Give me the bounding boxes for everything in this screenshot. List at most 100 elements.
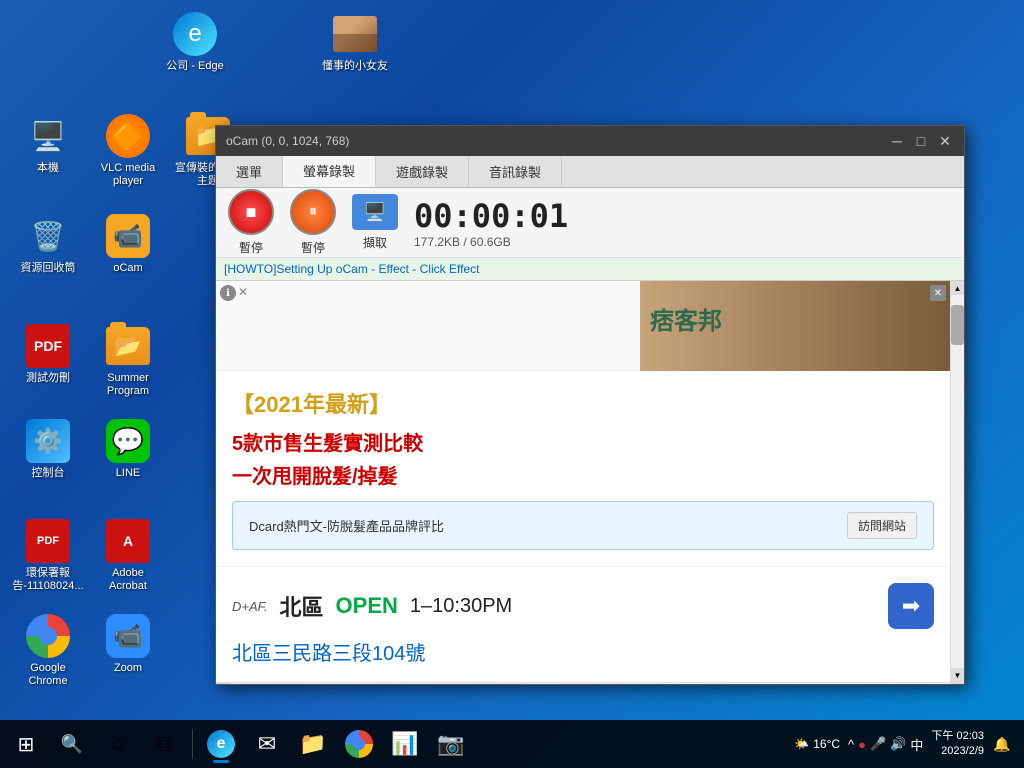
scroll-thumb[interactable] — [951, 305, 964, 345]
line-label: LINE — [116, 467, 140, 480]
desktop-icon-ocam[interactable]: 📹 oCam — [88, 210, 168, 279]
summer-label: Summer Program — [92, 372, 164, 398]
line-app-icon: 💬 — [106, 419, 150, 463]
desktop-icon-edge[interactable]: e 公司 - Edge — [155, 8, 235, 77]
vertical-scrollbar: ▲ ▼ — [950, 281, 964, 682]
test-icon: PDF — [26, 324, 70, 368]
map-hours: 1–10:30PM — [410, 595, 512, 618]
storage-info: 177.2KB / 60.6GB — [414, 235, 568, 249]
pause-button[interactable]: ⏸ 暫停 — [290, 189, 336, 256]
stop-icon: ■ — [228, 189, 274, 235]
desktop-icon-chrome[interactable]: Google Chrome — [8, 610, 88, 692]
taskbar-divider — [192, 729, 193, 759]
maximize-button[interactable]: □ — [912, 132, 930, 150]
systray-mic-icon: 🎤 — [870, 736, 886, 752]
ad-top-close[interactable]: ✕ — [930, 285, 946, 301]
ad-main-content: 【2021年最新】 5款市售生髮實測比較 一次甩開脫髮/掉髮 Dcard熱門文-… — [216, 371, 950, 566]
taskbar-photos[interactable]: 📷 — [429, 722, 473, 766]
ocam-window: oCam (0, 0, 1024, 768) ─ □ ✕ 選單 螢幕錄製 遊戲錄… — [215, 125, 965, 685]
tab-game-record[interactable]: 遊戲錄製 — [376, 156, 469, 187]
start-button[interactable]: ⊞ — [4, 722, 48, 766]
ad-sub-text: 5款市售生髮實測比較 — [232, 427, 934, 456]
taskbar-clock[interactable]: 下午 02:03 2023/2/9 — [931, 729, 984, 760]
map-address: 北區三民路三段104號 — [232, 637, 934, 666]
clock-date: 2023/2/9 — [931, 744, 984, 759]
brand-text: 痞客邦 — [650, 301, 722, 336]
taskbar-cortana[interactable]: ○ — [96, 722, 140, 766]
desktop-icon-computer[interactable]: 🖥️ 本機 — [8, 110, 88, 179]
scroll-down-button[interactable]: ▼ — [951, 668, 965, 682]
notification-button[interactable]: 🔔 — [992, 734, 1012, 754]
desktop-icon-line[interactable]: 💬 LINE — [88, 415, 168, 484]
ad-sub2: 一次甩開脫髮/掉髮 — [232, 460, 934, 489]
capture-button[interactable]: 🖥️ 擷取 — [352, 194, 398, 251]
horizontal-scrollbar: ◄ ► — [216, 682, 964, 684]
map-section: D+AF. 北區 OPEN 1–10:30PM ➡ 北區三民路三段104號 — [216, 566, 950, 682]
ad-close-left[interactable]: ✕ — [238, 285, 248, 299]
ocam-label: oCam — [113, 262, 142, 275]
stop-button[interactable]: ■ 暫停 — [228, 189, 274, 256]
window-controls: ─ □ ✕ — [888, 132, 954, 150]
vlc-icon: 🔶 — [106, 114, 150, 158]
search-button[interactable]: 🔍 — [50, 722, 94, 766]
desktop-icon-vlc[interactable]: 🔶 VLC media player — [88, 110, 168, 192]
scroll-up-button[interactable]: ▲ — [951, 281, 965, 295]
taskbar: ⊞ 🔍 ○ ⧉ e ✉ 📁 📊 📷 🌤️ 16°C ^ ● 🎤 🔊 中 — [0, 720, 1024, 768]
taskbar-right: 🌤️ 16°C ^ ● 🎤 🔊 中 下午 02:03 2023/2/9 🔔 — [794, 729, 1020, 760]
desktop-icon-summer[interactable]: 📂 Summer Program — [88, 320, 168, 402]
ad-info-icon: ℹ — [220, 285, 236, 301]
browser-body: ℹ ✕ 痞客邦 ✕ 【2021年最新】 — [216, 281, 964, 682]
taskbar-mail[interactable]: ✉ — [245, 722, 289, 766]
capture-icon: 🖥️ — [352, 194, 398, 230]
desktop-icon-recycle[interactable]: 🗑️ 資源回收筒 — [8, 210, 88, 279]
window-toolbar: ■ 暫停 ⏸ 暫停 🖥️ 擷取 00:00:01 177.2KB / 60.6G… — [216, 188, 964, 258]
pause1-label: 暫停 — [239, 239, 263, 256]
systray-expand[interactable]: ^ — [848, 737, 854, 752]
scroll-right-button[interactable]: ► — [950, 683, 964, 685]
computer-icon: 🖥️ — [26, 114, 70, 158]
photo-icon — [333, 12, 377, 56]
desktop-icon-photo[interactable]: 懂事的小女友 — [315, 8, 395, 77]
desktop-icon-adobe[interactable]: A Adobe Acrobat — [88, 515, 168, 597]
ad-cta-button[interactable]: 訪問網站 — [847, 512, 917, 539]
map-header: D+AF. 北區 OPEN 1–10:30PM ➡ — [232, 583, 934, 629]
chrome-label: Google Chrome — [12, 662, 84, 688]
clock-time: 下午 02:03 — [931, 729, 984, 744]
tab-screen-record[interactable]: 螢幕錄製 — [283, 156, 376, 187]
taskbar-file-explorer[interactable]: 📁 — [291, 722, 335, 766]
tab-menu[interactable]: 選單 — [216, 156, 283, 187]
taskbar-weather[interactable]: 🌤️ 16°C — [794, 737, 840, 751]
recycle-icon: 🗑️ — [26, 214, 70, 258]
timer-display: 00:00:01 — [414, 197, 568, 235]
ad-image-right: 痞客邦 ✕ — [640, 281, 950, 371]
adobe-icon: A — [106, 519, 150, 563]
summer-icon: 📂 — [106, 324, 150, 368]
taskbar-chrome[interactable] — [337, 722, 381, 766]
temperature: 16°C — [813, 737, 840, 751]
desktop-icon-zoom[interactable]: 📹 Zoom — [88, 610, 168, 679]
systray-volume-icon[interactable]: 🔊 — [890, 736, 906, 752]
scroll-left-button[interactable]: ◄ — [216, 683, 230, 685]
ocam-icon: 📹 — [106, 214, 150, 258]
taskbar-task-view[interactable]: ⧉ — [142, 722, 186, 766]
env-report-label: 環保署報告-11108024... — [12, 567, 84, 593]
map-logo: D+AF. — [232, 599, 268, 614]
ad-cta-source: Dcard熱門文-防脫髮產品品牌評比 — [249, 516, 444, 535]
window-tabs: 選單 螢幕錄製 遊戲錄製 音訊錄製 — [216, 156, 964, 188]
desktop-icon-test[interactable]: PDF 測試勿刪 — [8, 320, 88, 389]
desktop-icon-env-report[interactable]: PDF 環保署報告-11108024... — [8, 515, 88, 597]
control-label: 控制台 — [32, 467, 65, 480]
tab-audio-record[interactable]: 音訊錄製 — [469, 156, 562, 187]
desktop-icon-control[interactable]: ⚙️ 控制台 — [8, 415, 88, 484]
close-button[interactable]: ✕ — [936, 132, 954, 150]
edge-label: 公司 - Edge — [166, 60, 223, 73]
pause2-label: 暫停 — [301, 239, 325, 256]
taskbar-edge[interactable]: e — [199, 722, 243, 766]
pause-icon: ⏸ — [290, 189, 336, 235]
minimize-button[interactable]: ─ — [888, 132, 906, 150]
taskbar-powerpoint[interactable]: 📊 — [383, 722, 427, 766]
browser-url-bar: [HOWTO]Setting Up oCam - Effect - Click … — [216, 258, 964, 281]
taskbar-systray: ^ ● 🎤 🔊 中 — [848, 735, 923, 754]
systray-language[interactable]: 中 — [910, 735, 923, 754]
map-navigate-button[interactable]: ➡ — [888, 583, 934, 629]
